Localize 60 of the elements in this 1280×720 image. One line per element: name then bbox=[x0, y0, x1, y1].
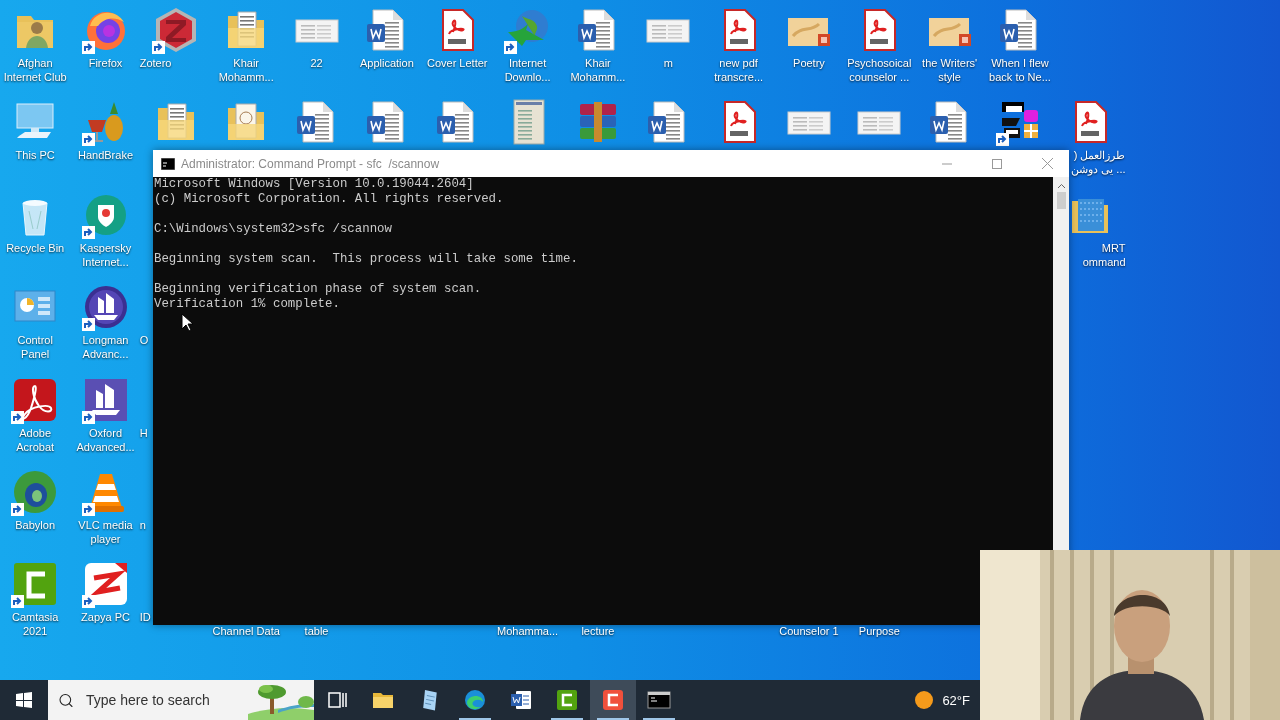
terminal-icon bbox=[647, 688, 671, 712]
search-field[interactable]: Type here to search bbox=[84, 691, 238, 709]
word-icon bbox=[509, 688, 533, 712]
search-box[interactable]: Type here to search bbox=[48, 680, 314, 720]
icon-label[interactable]: table bbox=[304, 624, 329, 639]
icon-label[interactable]: Zotero bbox=[139, 56, 172, 70]
icon-label[interactable]: Application bbox=[359, 56, 414, 70]
mouse-cursor-icon bbox=[181, 313, 193, 332]
icon-label[interactable]: Oxford Advanced... bbox=[76, 425, 135, 454]
console-line: Verification 1% complete. bbox=[154, 297, 340, 312]
icon-label[interactable]: 22 bbox=[310, 56, 323, 70]
icon-label[interactable]: Counselor 1 bbox=[779, 624, 839, 639]
icon-label[interactable]: Khair Mohamm... bbox=[218, 56, 274, 84]
icon-label[interactable]: Kaspersky Internet... bbox=[79, 240, 132, 269]
icon-label[interactable]: Control Panel bbox=[17, 333, 53, 362]
icon-label[interactable]: m bbox=[663, 56, 673, 70]
temperature-text[interactable]: 62°F bbox=[942, 692, 970, 708]
icon-label[interactable]: Afghan Internet Club bbox=[3, 56, 67, 84]
console-line: C:\Windows\system32>sfc /scannow bbox=[154, 222, 392, 237]
sun-icon[interactable] bbox=[914, 690, 935, 710]
console-line: Beginning verification phase of system scan. bbox=[154, 282, 482, 297]
console-line: Microsoft Windows [Version 10.0.19044.2604] bbox=[154, 177, 474, 192]
icon-label[interactable]: VLC media player bbox=[78, 517, 133, 546]
icon-label[interactable]: Poetry bbox=[793, 56, 825, 70]
icon-label[interactable]: Longman Advanc... bbox=[82, 333, 129, 362]
console-line: (c) Microsoft Corporation. All rights reserved. bbox=[154, 192, 504, 207]
scrollbar-thumb[interactable] bbox=[1056, 192, 1066, 209]
icon-label[interactable]: Purpose bbox=[858, 624, 900, 639]
terminal-icon bbox=[161, 157, 175, 170]
search-icon bbox=[58, 691, 74, 709]
icon-label[interactable]: lecture bbox=[581, 624, 615, 639]
icon-label[interactable]: H bbox=[139, 425, 148, 440]
icon-label[interactable]: Mohamma... bbox=[497, 624, 559, 639]
icon-label[interactable]: Recycle Bin bbox=[6, 240, 65, 255]
icon-label[interactable]: HandBrake bbox=[78, 148, 134, 163]
icon-label[interactable]: طرزالعمل ( ... یی دوشن bbox=[1071, 148, 1126, 177]
window-title: Administrator: Command Prompt - sfc /scannow bbox=[181, 156, 441, 171]
icon-label[interactable]: Cover Letter bbox=[426, 56, 488, 70]
icon-label[interactable]: O bbox=[139, 333, 149, 348]
icon-label[interactable]: Zapya PC bbox=[81, 610, 130, 625]
close-icon bbox=[1041, 158, 1053, 169]
icon-label[interactable]: This PC bbox=[15, 148, 55, 163]
scroll-up-icon[interactable] bbox=[1056, 183, 1066, 189]
icon-label[interactable]: n bbox=[139, 517, 146, 532]
icon-label[interactable]: ID bbox=[139, 610, 151, 625]
icon-label[interactable]: new pdf transcre... bbox=[714, 56, 764, 84]
icon-label[interactable]: Internet Downlo... bbox=[504, 56, 551, 84]
icon-label[interactable]: Firefox bbox=[88, 56, 123, 70]
icon-label[interactable]: the Writers' style bbox=[922, 56, 978, 84]
icon-label[interactable]: Psychosoical counselor ... bbox=[847, 56, 912, 84]
icon-label[interactable]: Camtasia 2021 bbox=[11, 610, 59, 639]
console-line: Beginning system scan. This process will take some time. bbox=[154, 252, 578, 267]
icon-label[interactable]: Khair Mohamm... bbox=[570, 56, 626, 84]
icon-label[interactable]: Adobe Acrobat bbox=[16, 425, 55, 454]
icon-label[interactable]: When I flew back to Ne... bbox=[989, 56, 1051, 84]
maximize-icon bbox=[992, 158, 1002, 169]
icon-label[interactable]: Channel Data bbox=[212, 624, 280, 639]
icon-label[interactable]: MRT ommand bbox=[1082, 240, 1126, 269]
windows-logo-icon bbox=[16, 692, 32, 708]
icon-label[interactable]: Babylon bbox=[15, 517, 56, 532]
